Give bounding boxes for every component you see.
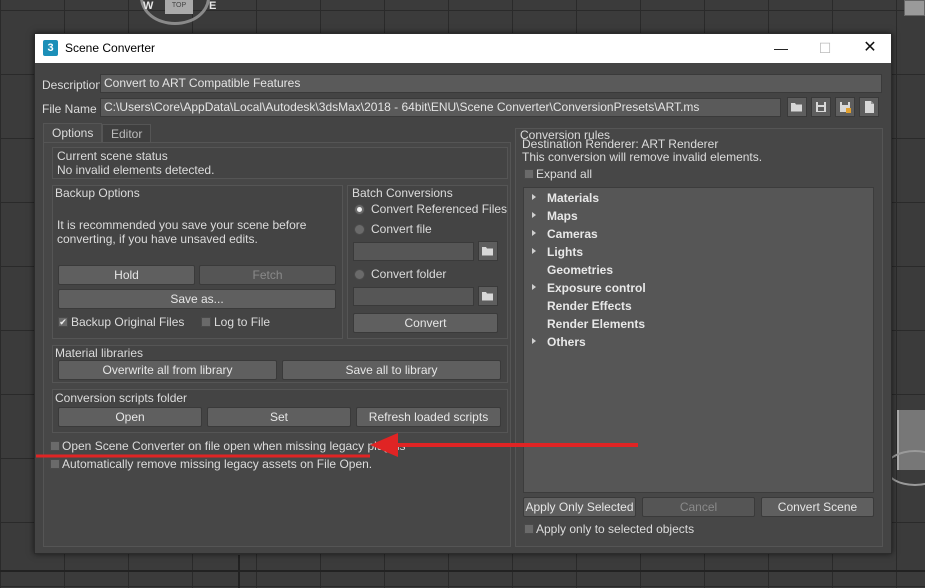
annotation-arrow-head	[370, 433, 398, 457]
annotation-arrow	[36, 433, 638, 458]
